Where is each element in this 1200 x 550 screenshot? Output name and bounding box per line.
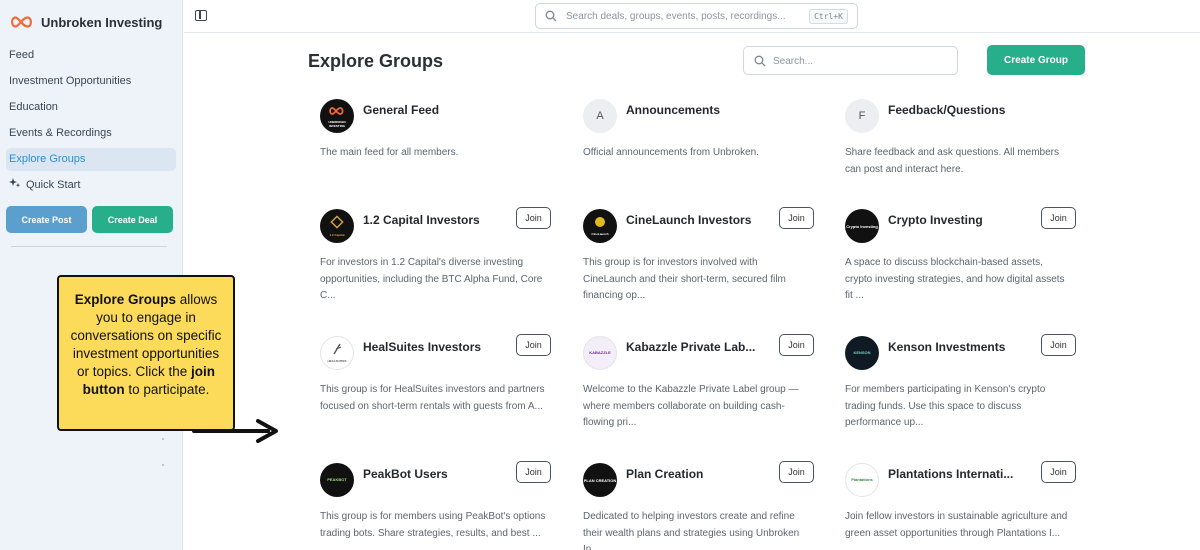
group-card-kabazzle-private-label[interactable]: KABAZZLE Kabazzle Private Lab... Join We…	[583, 334, 823, 446]
infinity-logo-icon	[11, 16, 32, 28]
group-description: For investors in 1.2 Capital's diverse i…	[320, 257, 543, 301]
brand-name: Unbroken Investing	[41, 14, 163, 30]
page-title: Explore Groups	[308, 51, 444, 71]
group-description: Welcome to the Kabazzle Private Label gr…	[583, 384, 799, 428]
group-name[interactable]: CineLaunch Investors	[626, 213, 771, 227]
group-name[interactable]: Kabazzle Private Lab...	[626, 340, 771, 354]
sidebar-item-investment-opportunities[interactable]: Investment Opportunities	[6, 70, 176, 93]
sidebar-item-label: Feed	[9, 49, 35, 61]
search-icon	[754, 55, 766, 67]
sidebar-item-label: Investment Opportunities	[9, 75, 132, 87]
group-card-cinelaunch-investors[interactable]: CineLaunch CineLaunch Investors Join Thi…	[583, 207, 823, 319]
create-deal-button[interactable]: Create Deal	[92, 206, 173, 233]
group-card-1-2-capital-investors[interactable]: 1.2 Capital 1.2 Capital Investors Join F…	[320, 207, 560, 319]
group-avatar: KABAZZLE	[583, 336, 617, 370]
cinelaunch-logo-icon	[594, 216, 605, 227]
join-button[interactable]: Join	[516, 461, 551, 483]
sidebar-item-label: Events & Recordings	[9, 127, 112, 139]
group-card-crypto-investing[interactable]: Crypto Investing Crypto Investing Join A…	[845, 207, 1085, 319]
global-search-input[interactable]: Search deals, groups, events, posts, rec…	[535, 3, 858, 29]
group-name[interactable]: Crypto Investing	[888, 213, 1033, 227]
group-search-input[interactable]: Search...	[743, 46, 958, 75]
group-description: This group is for HealSuites investors a…	[320, 384, 545, 412]
search-icon	[545, 10, 557, 22]
sidebar-item-label: Education	[9, 101, 58, 113]
group-name[interactable]: PeakBot Users	[363, 467, 508, 481]
global-search-placeholder: Search deals, groups, events, posts, rec…	[566, 11, 786, 22]
group-name[interactable]: Plan Creation	[626, 467, 771, 481]
group-avatar: CineLaunch	[583, 209, 617, 243]
group-card-plantations-international[interactable]: Plantations Plantations Internati... Joi…	[845, 461, 1085, 550]
join-button[interactable]: Join	[779, 334, 814, 356]
scroll-dot	[162, 438, 164, 440]
group-card-kenson-investments[interactable]: KENSON Kenson Investments Join For membe…	[845, 334, 1085, 446]
group-avatar: KENSON	[845, 336, 879, 370]
group-name[interactable]: Announcements	[626, 103, 771, 117]
sidebar-divider	[11, 246, 167, 247]
join-button[interactable]: Join	[516, 334, 551, 356]
group-name[interactable]: Kenson Investments	[888, 340, 1033, 354]
group-card-announcements[interactable]: A Announcements Official announcements f…	[583, 99, 823, 209]
group-description: For members participating in Kenson's cr…	[845, 384, 1046, 428]
join-button[interactable]: Join	[516, 207, 551, 229]
diamond-logo-icon	[330, 214, 344, 229]
group-avatar: Crypto Investing	[845, 209, 879, 243]
callout-bold-1: Explore Groups	[74, 292, 176, 307]
group-card-feedback-questions[interactable]: F Feedback/Questions Share feedback and …	[845, 99, 1085, 209]
scroll-dot	[162, 464, 164, 466]
sidebar-item-explore-groups[interactable]: Explore Groups	[6, 148, 176, 171]
group-search-placeholder: Search...	[773, 56, 814, 67]
group-avatar: F	[845, 99, 879, 133]
group-avatar: PEAKBOT	[320, 463, 354, 497]
group-card-healsuites-investors[interactable]: HEALSUITES HealSuites Investors Join Thi…	[320, 334, 560, 446]
group-description: Official announcements from Unbroken.	[583, 147, 760, 158]
join-button[interactable]: Join	[1041, 334, 1076, 356]
create-group-button[interactable]: Create Group	[987, 45, 1085, 75]
group-avatar: 1.2 Capital	[320, 209, 354, 243]
join-button[interactable]: Join	[1041, 461, 1076, 483]
join-button[interactable]: Join	[779, 207, 814, 229]
group-name[interactable]: Feedback/Questions	[888, 103, 1033, 117]
group-name[interactable]: General Feed	[363, 103, 508, 117]
tutorial-callout: Explore Groups allows you to engage in c…	[57, 275, 235, 431]
group-name[interactable]: 1.2 Capital Investors	[363, 213, 508, 227]
group-card-peakbot-users[interactable]: PEAKBOT PeakBot Users Join This group is…	[320, 461, 560, 550]
sidebar-item-quick-start[interactable]: Quick Start	[6, 174, 176, 197]
sparkle-icon	[9, 178, 21, 188]
callout-text-2: to participate.	[124, 382, 210, 397]
group-avatar: PLAN CREATION	[583, 463, 617, 497]
sidebar-item-education[interactable]: Education	[6, 96, 176, 119]
group-description: Share feedback and ask questions. All me…	[845, 147, 1060, 175]
sidebar-item-events-recordings[interactable]: Events & Recordings	[6, 122, 176, 145]
group-description: Dedicated to helping investors create an…	[583, 511, 800, 550]
group-card-general-feed[interactable]: UNBROKEN INVESTING General Feed The main…	[320, 99, 560, 209]
create-post-button[interactable]: Create Post	[6, 206, 87, 233]
infinity-logo-icon	[329, 106, 344, 115]
join-button[interactable]: Join	[1041, 207, 1076, 229]
group-avatar: HEALSUITES	[320, 336, 354, 370]
group-avatar: A	[583, 99, 617, 133]
join-button[interactable]: Join	[779, 461, 814, 483]
sidebar-toggle-icon[interactable]	[195, 10, 207, 21]
arrow-right-icon	[192, 419, 278, 443]
sidebar-item-feed[interactable]: Feed	[6, 44, 176, 67]
group-name[interactable]: HealSuites Investors	[363, 340, 508, 354]
healsuites-logo-icon	[333, 343, 342, 354]
group-avatar: UNBROKEN INVESTING	[320, 99, 354, 133]
group-description: This group is for members using PeakBot'…	[320, 511, 546, 539]
group-description: The main feed for all members.	[320, 147, 459, 158]
group-avatar: Plantations	[845, 463, 879, 497]
group-description: A space to discuss blockchain-based asse…	[845, 257, 1065, 301]
group-name[interactable]: Plantations Internati...	[888, 467, 1033, 481]
sidebar-item-label: Quick Start	[26, 179, 81, 191]
brand[interactable]: Unbroken Investing	[9, 12, 162, 32]
sidebar-item-label: Explore Groups	[9, 153, 86, 165]
group-description: This group is for investors involved wit…	[583, 257, 786, 301]
group-description: Join fellow investors in sustainable agr…	[845, 511, 1068, 539]
keyboard-shortcut: Ctrl+K	[809, 9, 848, 24]
group-card-plan-creation[interactable]: PLAN CREATION Plan Creation Join Dedicat…	[583, 461, 823, 550]
